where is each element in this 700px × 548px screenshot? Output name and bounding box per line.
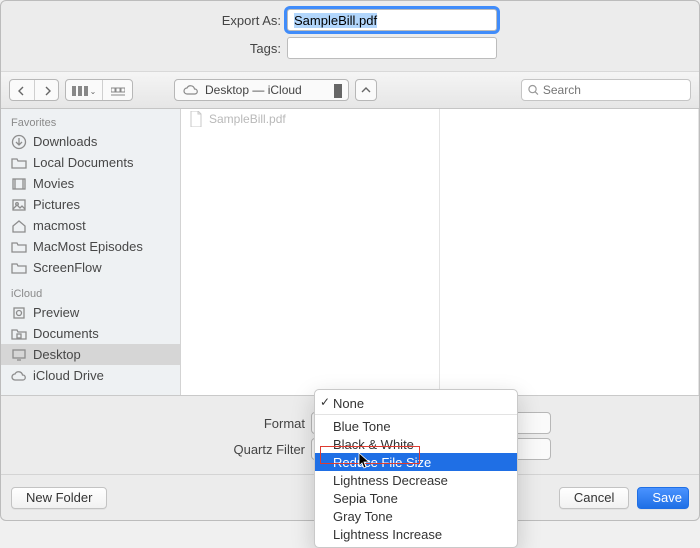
tags-label: Tags: <box>11 41 287 56</box>
cloud-icon <box>183 84 199 96</box>
folder-icon <box>11 239 27 255</box>
view-mode-group: ⌄ <box>65 79 133 101</box>
menu-item-sepia-tone[interactable]: Sepia Tone <box>315 489 517 507</box>
export-as-input[interactable] <box>287 9 497 31</box>
folder-icon <box>11 155 27 171</box>
export-as-row: Export As: <box>11 9 689 31</box>
location-popup[interactable]: Desktop — iCloud ▲▼ <box>174 79 349 101</box>
preview-icon <box>11 305 27 321</box>
menu-item-none[interactable]: None <box>315 394 517 412</box>
sidebar-item-pictures[interactable]: Pictures <box>1 194 180 215</box>
search-input[interactable] <box>543 83 684 97</box>
sidebar-item-label: ScreenFlow <box>33 260 102 275</box>
top-form: Export As: Tags: <box>1 1 699 71</box>
sidebar-item-screenflow[interactable]: ScreenFlow <box>1 257 180 278</box>
sidebar-item-label: Pictures <box>33 197 80 212</box>
doc-folder-icon <box>11 326 27 342</box>
file-browser: SampleBill.pdf <box>181 109 699 395</box>
home-icon <box>11 218 27 234</box>
back-button[interactable] <box>10 80 34 101</box>
menu-item-gray-tone[interactable]: Gray Tone <box>315 507 517 525</box>
tags-input[interactable] <box>287 37 497 59</box>
file-column-1[interactable]: SampleBill.pdf <box>181 109 440 395</box>
sidebar-section-icloud: iCloud <box>1 284 180 302</box>
sidebar-item-label: macmost <box>33 218 86 233</box>
chevron-right-icon <box>42 86 52 96</box>
menu-item-lightness-decrease[interactable]: Lightness Decrease <box>315 471 517 489</box>
sidebar-item-label: Local Documents <box>33 155 133 170</box>
sidebar-item-icloud-drive[interactable]: iCloud Drive <box>1 365 180 386</box>
sidebar-section-favorites: Favorites <box>1 113 180 131</box>
sidebar-item-downloads[interactable]: Downloads <box>1 131 180 152</box>
forward-button[interactable] <box>34 80 58 101</box>
quartz-filter-menu: None Blue ToneBlack & WhiteReduce File S… <box>314 389 518 548</box>
toolbar: ⌄ Desktop — iCloud ▲▼ <box>1 71 699 109</box>
sidebar-item-documents[interactable]: Documents <box>1 323 180 344</box>
sidebar-item-movies[interactable]: Movies <box>1 173 180 194</box>
cancel-button[interactable]: Cancel <box>559 487 629 509</box>
search-field[interactable] <box>521 79 691 101</box>
menu-separator <box>315 414 517 415</box>
menu-item-black-white[interactable]: Black & White <box>315 435 517 453</box>
tags-row: Tags: <box>11 37 689 59</box>
desktop-icon <box>11 347 27 363</box>
sidebar-item-label: Documents <box>33 326 99 341</box>
pictures-icon <box>11 197 27 213</box>
save-button[interactable]: Save <box>637 487 689 509</box>
pdf-file-icon <box>189 111 203 127</box>
sidebar-item-label: Movies <box>33 176 74 191</box>
sidebar-item-label: Downloads <box>33 134 97 149</box>
sidebar-item-macmost-episodes[interactable]: MacMost Episodes <box>1 236 180 257</box>
movies-icon <box>11 176 27 192</box>
sidebar-item-label: MacMost Episodes <box>33 239 143 254</box>
file-row[interactable]: SampleBill.pdf <box>181 109 439 129</box>
sidebar-item-macmost[interactable]: macmost <box>1 215 180 236</box>
nav-back-forward <box>9 79 59 101</box>
sidebar-item-label: iCloud Drive <box>33 368 104 383</box>
file-name: SampleBill.pdf <box>209 112 286 126</box>
sidebar: Favorites Downloads Local Documents Movies… <box>1 109 181 395</box>
cloud-icon <box>11 368 27 384</box>
main-area: Favorites Downloads Local Documents Movies… <box>1 109 699 396</box>
sidebar-item-preview[interactable]: Preview <box>1 302 180 323</box>
menu-item-lightness-increase[interactable]: Lightness Increase <box>315 525 517 543</box>
chevron-up-icon <box>361 85 371 95</box>
columns-icon <box>72 86 88 96</box>
search-icon <box>528 84 539 96</box>
location-label: Desktop — iCloud <box>205 83 302 97</box>
format-label: Format <box>11 416 311 431</box>
collapse-button[interactable] <box>355 79 377 101</box>
sidebar-item-label: Preview <box>33 305 79 320</box>
file-column-2[interactable] <box>440 109 699 395</box>
group-button[interactable] <box>102 80 132 101</box>
group-icon <box>111 85 125 97</box>
sidebar-item-local-documents[interactable]: Local Documents <box>1 152 180 173</box>
quartz-filter-label: Quartz Filter <box>11 442 311 457</box>
folder-icon <box>11 260 27 276</box>
sidebar-item-desktop[interactable]: Desktop <box>1 344 180 365</box>
menu-item-blue-tone[interactable]: Blue Tone <box>315 417 517 435</box>
download-icon <box>11 134 27 150</box>
chevron-left-icon <box>17 86 27 96</box>
view-columns-button[interactable]: ⌄ <box>66 80 102 101</box>
sidebar-item-label: Desktop <box>33 347 81 362</box>
export-as-label: Export As: <box>11 13 287 28</box>
menu-item-reduce-file-size[interactable]: Reduce File Size <box>315 453 517 471</box>
updown-icon: ▲▼ <box>335 83 343 97</box>
new-folder-button[interactable]: New Folder <box>11 487 107 509</box>
